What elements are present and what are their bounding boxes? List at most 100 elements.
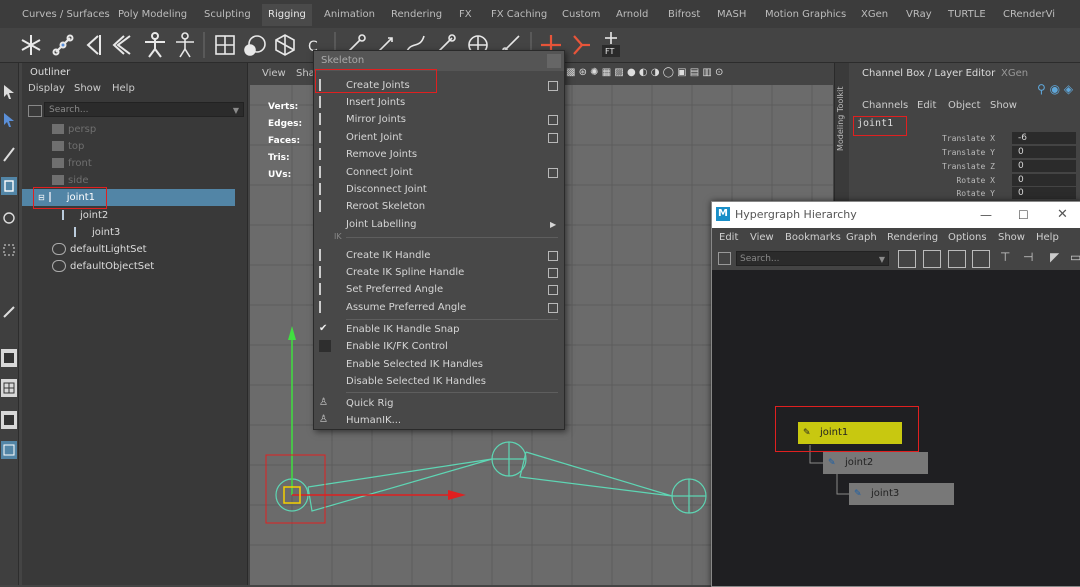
shelf-tab-rigging[interactable]: Rigging (262, 4, 312, 26)
hypergraph-menu-options[interactable]: Options (948, 232, 987, 243)
quick-rig-shelf-icon[interactable] (140, 30, 170, 60)
bookmark-icon[interactable]: ◤ (1050, 250, 1059, 264)
create-ik-spline-option-box[interactable] (548, 268, 558, 278)
frame-branch-icon[interactable] (972, 250, 990, 268)
outliner-search-input[interactable]: Search... ▼ (44, 102, 244, 117)
orient-joint-shelf-icon[interactable] (108, 30, 138, 60)
menu-item-create-ik-handle[interactable]: Create IK Handle (314, 247, 564, 264)
select-tool-icon[interactable] (1, 83, 17, 101)
lasso-tool-icon[interactable] (1, 111, 17, 129)
menu-item-disconnect-joint[interactable]: Disconnect Joint (314, 181, 564, 198)
move-y-arrow-icon[interactable] (288, 326, 296, 340)
shelf-tab-fx-caching[interactable]: FX Caching (491, 6, 547, 24)
hypergraph-layout-icon[interactable] (1, 441, 17, 459)
humanik-shelf-icon[interactable] (170, 30, 200, 60)
outliner-item-persp[interactable]: persp (52, 121, 96, 138)
minimize-icon[interactable]: — (980, 202, 992, 228)
shelf-tab-bifrost[interactable]: Bifrost (668, 6, 700, 24)
shelf-tab-mash[interactable]: MASH (717, 6, 746, 24)
create-joints-option-box[interactable] (548, 81, 558, 91)
hypergraph-node-joint3[interactable]: ✎ joint3 (849, 483, 954, 505)
outliner-item-front[interactable]: front (52, 155, 92, 172)
filter-icon[interactable] (718, 252, 731, 265)
tear-off-icon[interactable] (547, 54, 561, 68)
viewport-menu-view[interactable]: View (262, 68, 286, 79)
outliner-item-default-object-set[interactable]: defaultObjectSet (52, 258, 154, 275)
ft-shelf-icon[interactable]: FT (596, 30, 626, 60)
menu-item-quick-rig[interactable]: ♙ Quick Rig (314, 395, 564, 412)
hypergraph-menu-help[interactable]: Help (1036, 232, 1059, 243)
menu-item-connect-joint[interactable]: Connect Joint (314, 164, 564, 181)
shelf-tab-poly-modeling[interactable]: Poly Modeling (118, 6, 187, 24)
menu-item-orient-joint[interactable]: Orient Joint (314, 129, 564, 146)
hypergraph-canvas[interactable]: ✎ joint1 ✎ joint2 ✎ joint3 (712, 270, 1080, 586)
bind-skin-shelf-icon[interactable] (210, 30, 240, 60)
menu-item-mirror-joints[interactable]: Mirror Joints (314, 111, 564, 128)
shelf-tab-arnold[interactable]: Arnold (616, 6, 648, 24)
frame-selection-icon[interactable] (923, 250, 941, 268)
channel-box-menu-object[interactable]: Object (948, 100, 981, 111)
create-joints-shelf-icon[interactable] (16, 30, 46, 60)
create-ik-handle-option-box[interactable] (548, 251, 558, 261)
frame-all-icon[interactable] (898, 250, 916, 268)
shelf-tab-motion-graphics[interactable]: Motion Graphics (765, 6, 846, 24)
channel-box-menu-channels[interactable]: Channels (862, 100, 908, 111)
hypergraph-menu-show[interactable]: Show (998, 232, 1025, 243)
menu-item-insert-joints[interactable]: Insert Joints (314, 94, 564, 111)
outliner-menu-show[interactable]: Show (74, 83, 101, 94)
attr-field-translate-z[interactable]: 0 (1012, 160, 1076, 172)
channel-box-menu-show[interactable]: Show (990, 100, 1017, 111)
tab-xgen[interactable]: XGen (1001, 68, 1028, 79)
assume-preferred-angle-option-box[interactable] (548, 303, 558, 313)
set-preferred-angle-option-box[interactable] (548, 285, 558, 295)
joint-orient-shelf-icon[interactable] (566, 30, 596, 60)
viewport-menu-shading[interactable]: Sha (296, 68, 315, 79)
tab-channel-box-layer-editor[interactable]: Channel Box / Layer Editor (862, 68, 995, 79)
shelf-tab-fx[interactable]: FX (459, 6, 472, 24)
shelf-tab-curves-surfaces[interactable]: Curves / Surfaces (22, 6, 110, 24)
menu-item-remove-joints[interactable]: Remove Joints (314, 146, 564, 163)
attr-field-rotate-x[interactable]: 0 (1012, 174, 1076, 186)
move-tool-icon[interactable] (1, 177, 17, 195)
hypergraph-search-input[interactable]: Search... ▼ (736, 251, 889, 266)
orient-joint-option-box[interactable] (548, 133, 558, 143)
menu-item-enable-ik-handle-snap[interactable]: ✔ Enable IK Handle Snap (314, 321, 564, 338)
last-tool-icon[interactable] (1, 303, 17, 321)
paint-select-tool-icon[interactable] (1, 145, 17, 163)
outliner-menu-help[interactable]: Help (112, 83, 135, 94)
joint-chain[interactable] (275, 441, 707, 514)
hypergraph-menu-bookmarks[interactable]: Bookmarks (785, 232, 841, 243)
menu-item-disable-selected-ik-handles[interactable]: Disable Selected IK Handles (314, 373, 564, 390)
mirror-joint-shelf-icon[interactable] (78, 30, 108, 60)
menu-item-reroot-skeleton[interactable]: Reroot Skeleton (314, 198, 564, 215)
viewport-shading-icons[interactable]: ▩ ⊛ ✺ ▦ ▨ ● ◐ ◑ ◯ ▣ ▤ ▥ ⊙ (566, 67, 723, 78)
move-x-arrow-icon[interactable] (448, 490, 466, 500)
outliner-menu-display[interactable]: Display (28, 83, 65, 94)
smooth-bind-shelf-icon[interactable] (240, 30, 270, 60)
single-view-layout-icon[interactable] (1, 349, 17, 367)
hypergraph-node-joint2[interactable]: ✎ joint2 (823, 452, 928, 474)
channel-box-menu-edit[interactable]: Edit (917, 100, 936, 111)
rotate-tool-icon[interactable] (1, 209, 17, 227)
search-dropdown-icon[interactable]: ▼ (233, 103, 239, 118)
mirror-joints-option-box[interactable] (548, 115, 558, 125)
shelf-tab-xgen[interactable]: XGen (861, 6, 888, 24)
four-view-layout-icon[interactable] (1, 379, 17, 397)
scene-hierarchy-icon[interactable]: ⊤ (1000, 250, 1010, 264)
shelf-tab-custom[interactable]: Custom (562, 6, 600, 24)
menu-item-set-preferred-angle[interactable]: Set Preferred Angle (314, 281, 564, 298)
shelf-tab-sculpting[interactable]: Sculpting (204, 6, 251, 24)
insert-joint-shelf-icon[interactable] (48, 30, 78, 60)
graph-options-icon[interactable]: ▭ (1070, 250, 1080, 264)
outliner-item-joint3[interactable]: joint3 (74, 224, 120, 241)
frame-hierarchy-icon[interactable] (948, 250, 966, 268)
hypergraph-menu-view[interactable]: View (750, 232, 774, 243)
skeleton-menu-title[interactable]: Skeleton (314, 51, 564, 71)
outliner-item-default-light-set[interactable]: defaultLightSet (52, 241, 147, 258)
outliner-filter-icon[interactable] (28, 105, 42, 117)
attr-field-rotate-y[interactable]: 0 (1012, 187, 1076, 199)
shelf-tab-vray[interactable]: VRay (906, 6, 932, 24)
attr-field-translate-y[interactable]: 0 (1012, 146, 1076, 158)
shelf-tab-crendervi[interactable]: CRenderVi (1003, 6, 1055, 24)
outliner-item-top[interactable]: top (52, 138, 84, 155)
